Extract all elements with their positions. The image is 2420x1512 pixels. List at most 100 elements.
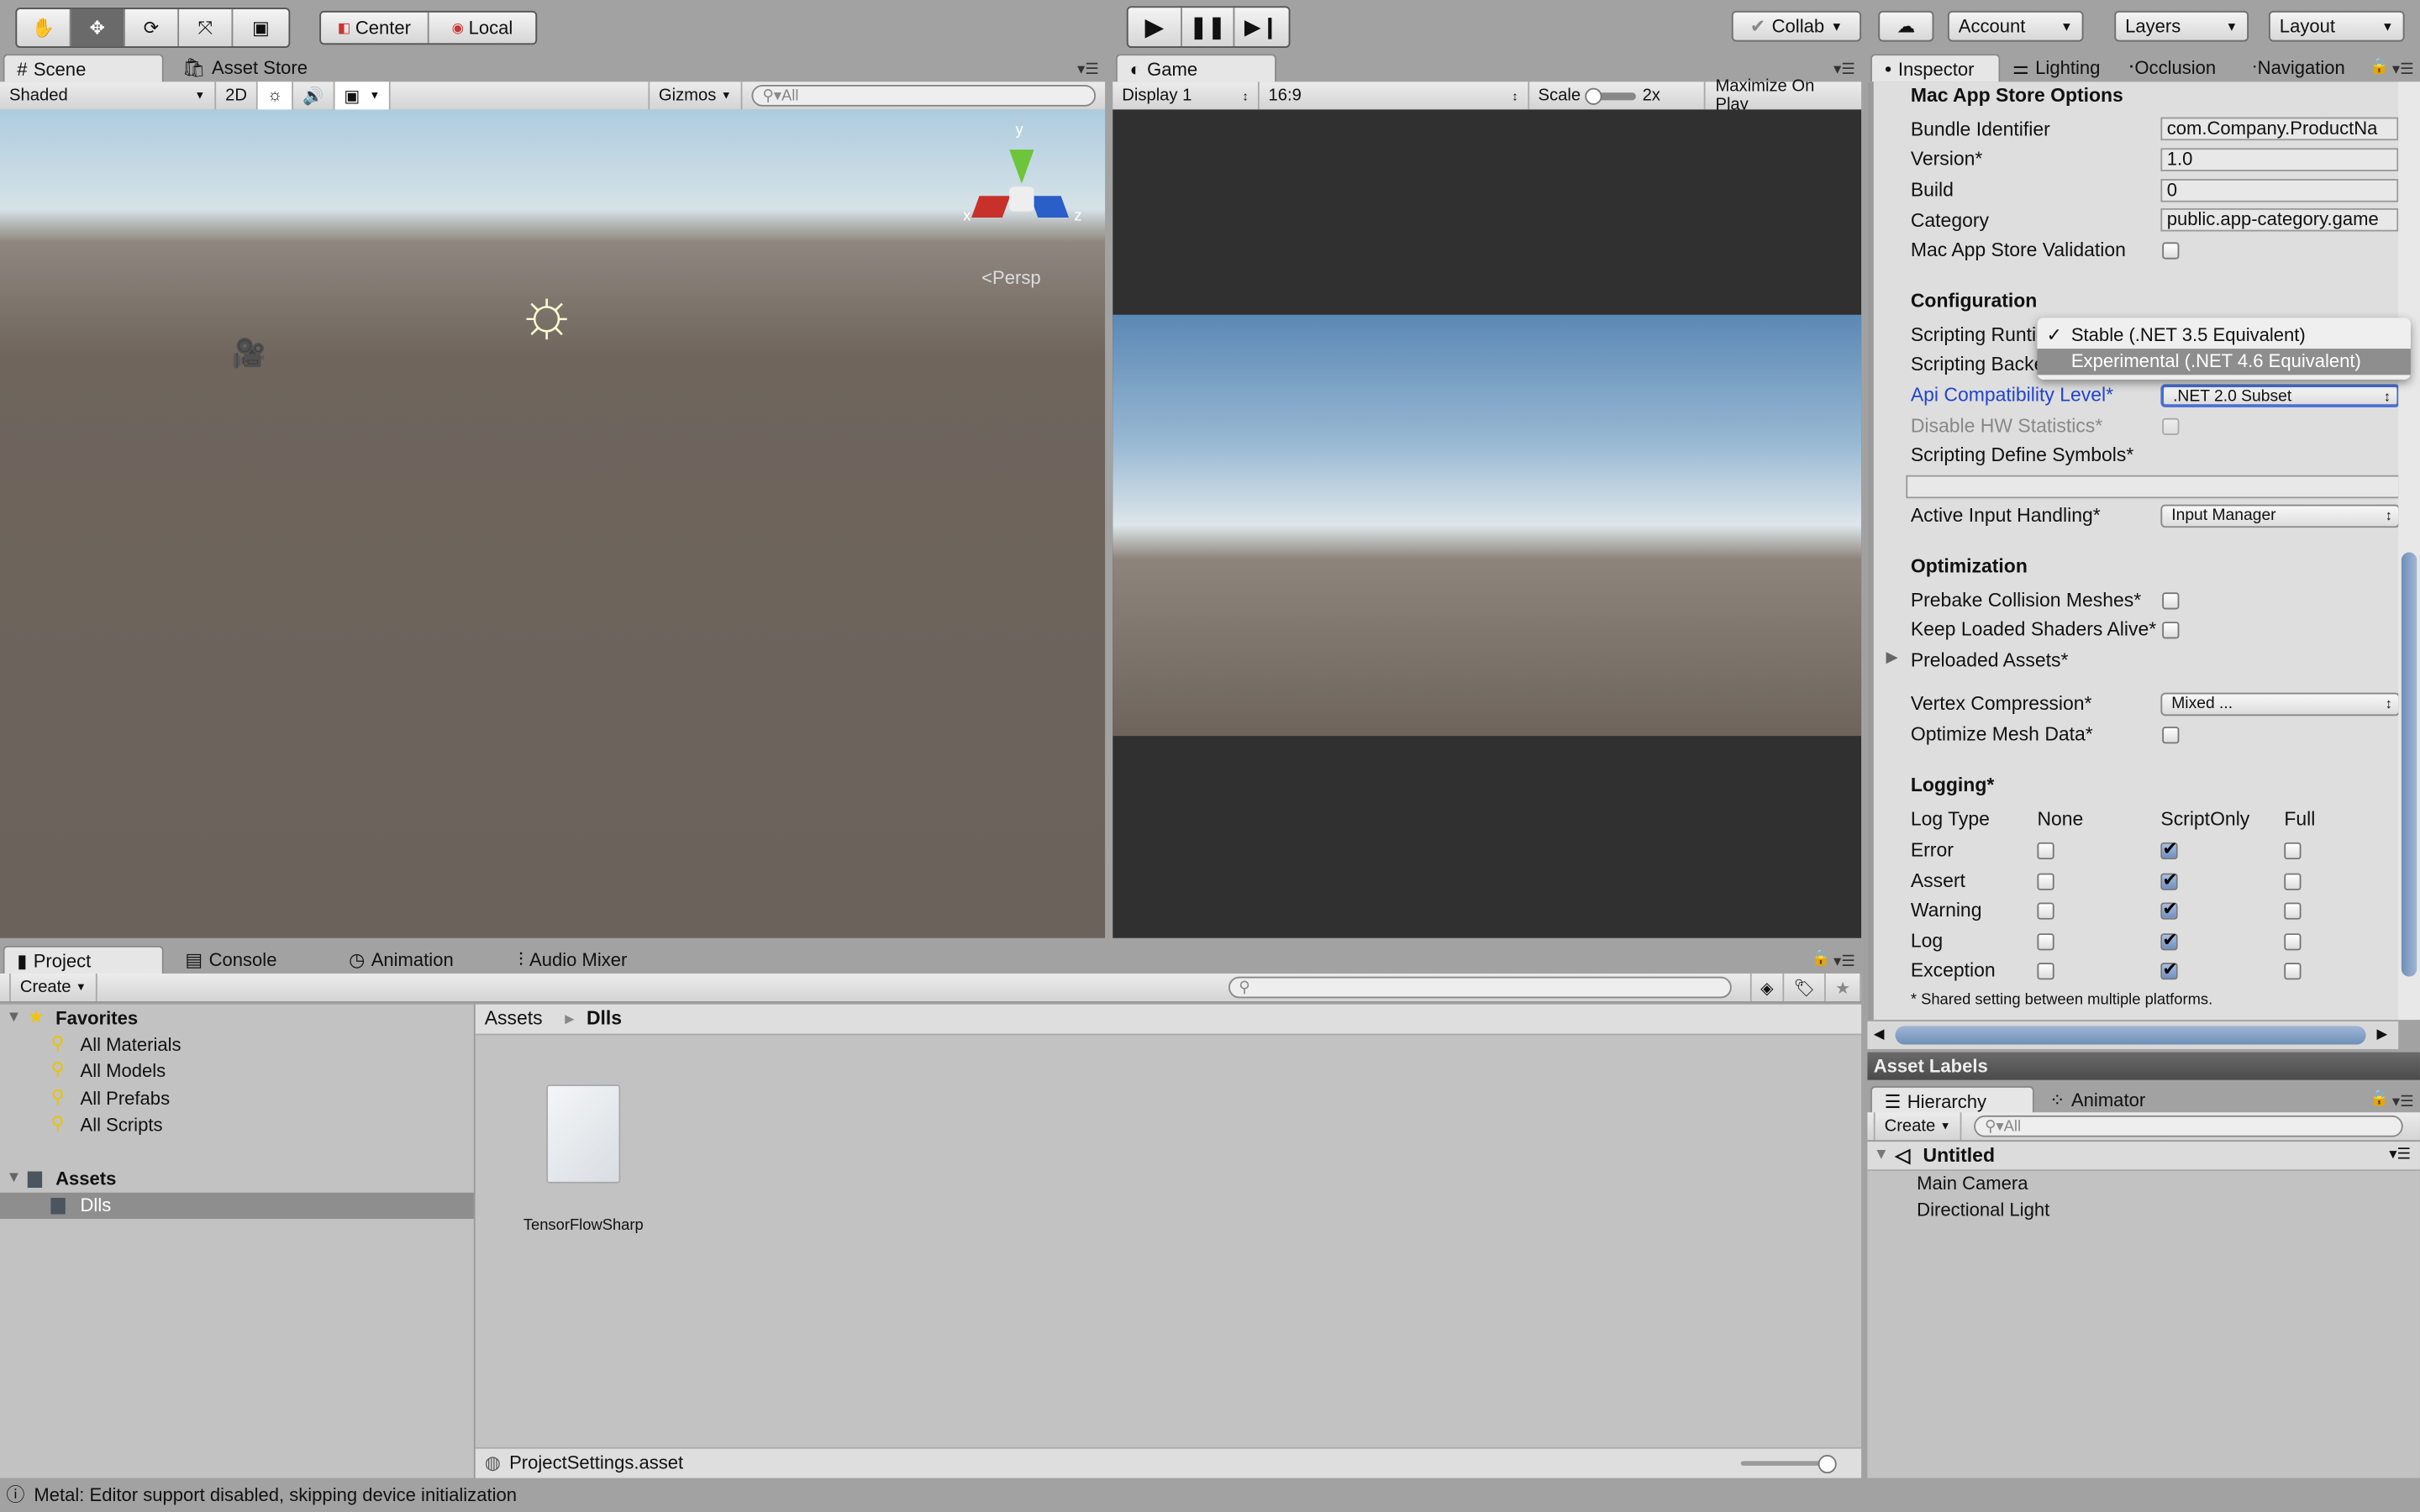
version-input[interactable]: 1.0	[2160, 148, 2399, 171]
input-handling-dropdown[interactable]: Input Manager	[2160, 504, 2401, 528]
preloaded-assets-foldout[interactable]: Preloaded Assets*	[1911, 649, 2069, 671]
category-input[interactable]: public.app-category.game	[2160, 207, 2399, 232]
tab-asset-store[interactable]: 🛍 Asset Store	[170, 54, 320, 81]
vertex-compression-dropdown[interactable]: Mixed ...	[2160, 692, 2401, 717]
tab-hierarchy[interactable]: ☰ Hierarchy	[1870, 1086, 2034, 1115]
local-button[interactable]: ◉ Local	[429, 13, 536, 44]
move-tool-icon[interactable]: ✥	[71, 9, 125, 47]
tab-navigation[interactable]: • Navigation	[2241, 54, 2358, 81]
favorite-item[interactable]: All Materials	[81, 1034, 182, 1056]
hscroll-thumb[interactable]	[1895, 1026, 2366, 1045]
scene-search-input[interactable]: ⚲▾ All	[751, 85, 1097, 107]
step-button[interactable]: ▶❙	[1234, 8, 1288, 46]
foldout-arrow-icon[interactable]: ▶	[1886, 649, 1897, 666]
tab-animation[interactable]: ◷ Animation	[336, 946, 466, 974]
scene-gizmo[interactable]: y x z	[963, 122, 1090, 245]
tab-animator[interactable]: ⁘ Animator	[2037, 1086, 2157, 1114]
directional-light-icon[interactable]: ☼	[515, 279, 577, 347]
log-error-full-checkbox[interactable]	[2284, 842, 2302, 860]
scale-track[interactable]	[1585, 87, 1637, 104]
favorite-item[interactable]: All Scripts	[81, 1114, 163, 1136]
log-exception-scriptonly-checkbox[interactable]	[2160, 958, 2178, 981]
favorite-item[interactable]: All Prefabs	[81, 1087, 171, 1109]
play-button[interactable]: ▶	[1128, 8, 1182, 47]
scroll-right-icon[interactable]: ▶	[2377, 1026, 2388, 1042]
scene-menu-icon[interactable]: ▾☰	[2389, 1142, 2411, 1169]
panel-menu-icon[interactable]: ▾☰	[1833, 953, 1855, 970]
runtime-option-experimental[interactable]: Experimental (.NET 4.6 Equivalent)	[2037, 349, 2411, 375]
center-cube[interactable]	[1009, 186, 1034, 212]
audio-toggle[interactable]: 🔊	[293, 81, 335, 110]
tab-lighting[interactable]: ⚌ Lighting	[2000, 54, 2112, 81]
log-assert-full-checkbox[interactable]	[2284, 872, 2302, 890]
hw-stats-checkbox[interactable]	[2162, 417, 2180, 435]
icon-size-slider[interactable]	[1740, 1455, 1837, 1474]
maximize-on-play-toggle[interactable]: Maximize On Play	[1706, 77, 1861, 114]
rect-tool-icon[interactable]: ▣	[233, 9, 288, 46]
layout-dropdown[interactable]: Layout ▼	[2268, 10, 2405, 42]
log-warning-none-checkbox[interactable]	[2037, 902, 2054, 921]
shaders-checkbox[interactable]	[2162, 622, 2180, 639]
scene-view[interactable]: ☼ 🎥 y x z <Persp	[0, 109, 1106, 938]
tab-occlusion[interactable]: ▪ Occlusion	[2118, 54, 2228, 81]
cloud-button[interactable]: ☁	[1878, 10, 1934, 42]
log-exception-full-checkbox[interactable]	[2284, 963, 2302, 981]
log-warning-full-checkbox[interactable]	[2284, 902, 2302, 921]
scale-slider[interactable]: Scale 2x	[1529, 81, 1707, 110]
optimize-mesh-checkbox[interactable]	[2162, 727, 2180, 744]
filter-label-button[interactable]: 🏷	[1785, 973, 1827, 1002]
tab-inspector[interactable]: ● Inspector	[1870, 54, 2001, 82]
scale-thumb[interactable]	[1585, 87, 1602, 104]
prebake-checkbox[interactable]	[2162, 592, 2180, 610]
log-error-none-checkbox[interactable]	[2037, 842, 2054, 860]
z-axis-cone[interactable]	[1029, 196, 1070, 218]
slider-thumb[interactable]	[1818, 1455, 1837, 1474]
scale-tool-icon[interactable]: ⤧	[179, 9, 234, 47]
camera-icon[interactable]: 🎥	[232, 338, 266, 370]
bundle-identifier-input[interactable]: com.Company.ProductNa	[2160, 117, 2399, 141]
hierarchy-item[interactable]: Directional Light	[1917, 1199, 2049, 1221]
hand-tool-icon[interactable]: ✋	[17, 9, 71, 47]
assets-folder[interactable]: Assets	[55, 1168, 116, 1189]
expand-arrow-icon[interactable]: ▼	[6, 1009, 21, 1026]
lighting-toggle[interactable]: ☼	[257, 81, 294, 110]
game-view[interactable]	[1113, 109, 1862, 938]
panel-menu-icon[interactable]: ▾☰	[2392, 61, 2414, 78]
favorites-folder[interactable]: Favorites	[55, 1007, 138, 1029]
folder-row-selected[interactable]: ▆ Dlls	[0, 1192, 474, 1219]
rotate-tool-icon[interactable]: ⟳	[125, 9, 180, 47]
asset-labels-bar[interactable]: Asset Labels	[1867, 1052, 2420, 1080]
log-log-full-checkbox[interactable]	[2284, 932, 2302, 951]
log-warning-scriptonly-checkbox[interactable]	[2160, 898, 2178, 921]
log-exception-none-checkbox[interactable]	[2037, 963, 2054, 981]
project-create-button[interactable]: Create ▼	[9, 973, 97, 1002]
hierarchy-search-input[interactable]: ⚲▾ All	[1974, 1115, 2403, 1137]
layers-dropdown[interactable]: Layers ▼	[2114, 10, 2249, 42]
lock-icon[interactable]: 🔒	[1811, 950, 1830, 967]
api-level-dropdown[interactable]: .NET 2.0 Subset	[2160, 384, 2401, 407]
hierarchy-item[interactable]: Main Camera	[1917, 1173, 2028, 1194]
2d-toggle[interactable]: 2D	[216, 81, 258, 110]
tab-scene[interactable]: # Scene	[3, 54, 164, 82]
aspect-dropdown[interactable]: 16:9 ↕	[1260, 81, 1529, 110]
panel-menu-icon[interactable]: ▾☰	[1077, 61, 1099, 78]
log-log-scriptonly-checkbox[interactable]	[2160, 928, 2178, 951]
panel-menu-icon[interactable]: ▾☰	[1833, 61, 1855, 78]
x-axis-cone[interactable]	[971, 196, 1011, 218]
inspector-vscrollbar[interactable]	[2398, 81, 2420, 1021]
tab-audio-mixer[interactable]: ⫶ Audio Mixer	[506, 946, 639, 974]
panel-menu-icon[interactable]: ▾☰	[2392, 1094, 2414, 1110]
tab-project[interactable]: ▮ Project	[3, 945, 164, 974]
asset-item[interactable]: TensorFlowSharp	[491, 1082, 676, 1236]
scene-row[interactable]: ▼ ◁ Untitled ▾☰	[1867, 1142, 2420, 1172]
favorite-button[interactable]: ★	[1826, 973, 1862, 1002]
expand-arrow-icon[interactable]: ▼	[1874, 1142, 1889, 1169]
status-bar[interactable]: ⓘ Metal: Editor support disabled, skippi…	[0, 1478, 2420, 1512]
define-symbols-input[interactable]	[1906, 475, 2401, 499]
log-assert-scriptonly-checkbox[interactable]	[2160, 868, 2178, 890]
inspector-hscrollbar[interactable]: ◀ ▶	[1867, 1021, 2399, 1049]
project-search-input[interactable]: ⚲	[1228, 976, 1732, 999]
lock-icon[interactable]: 🔒	[2370, 59, 2389, 76]
scroll-left-icon[interactable]: ◀	[1874, 1026, 1885, 1042]
log-error-scriptonly-checkbox[interactable]	[2160, 837, 2178, 860]
